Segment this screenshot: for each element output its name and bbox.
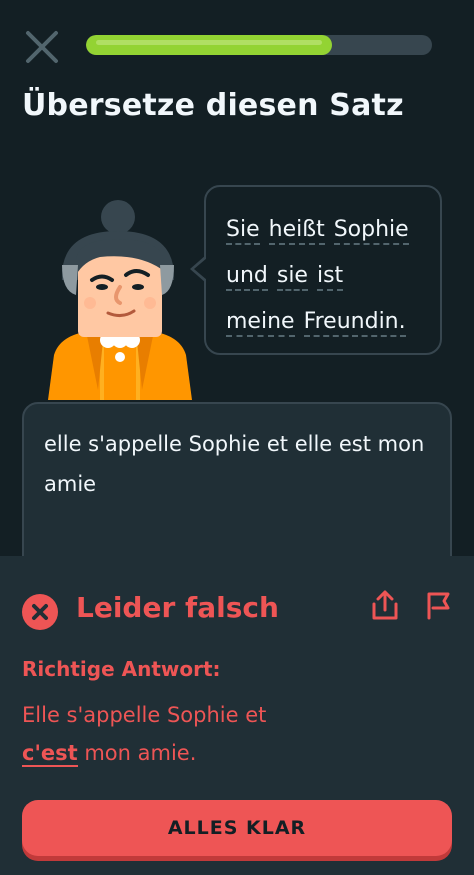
flag-icon: [427, 592, 450, 620]
x-circle-icon: [22, 594, 58, 630]
prompt-line: und sie ist: [226, 253, 430, 299]
close-button[interactable]: [22, 27, 62, 67]
prompt-sentence: Sie heißt Sophie und sie ist meine Freun…: [226, 207, 430, 345]
correct-answer-line: Elle s'appelle Sophie et: [22, 703, 267, 727]
prompt-word[interactable]: Freundin.: [303, 309, 406, 337]
prompt-word[interactable]: Sophie: [333, 217, 409, 245]
prompt-word[interactable]: sie: [276, 263, 308, 291]
character-illustration: [40, 195, 200, 405]
prompt-word[interactable]: heißt: [268, 217, 325, 245]
share-icon: [372, 590, 398, 620]
speech-bubble: Sie heißt Sophie und sie ist meine Freun…: [190, 185, 442, 355]
prompt-line: Sie heißt Sophie: [226, 207, 430, 253]
correct-answer-rest: mon amie.: [77, 741, 197, 765]
prompt-word[interactable]: und: [226, 263, 268, 291]
close-icon: [26, 31, 58, 63]
progress-shine: [96, 40, 322, 45]
correct-answer: Elle s'appelle Sophie et c'est mon amie.: [22, 696, 442, 772]
page-title: Übersetze diesen Satz: [22, 88, 404, 123]
correct-answer-label: Richtige Antwort:: [22, 657, 221, 681]
lesson-progress-bar: [86, 35, 432, 55]
prompt-word[interactable]: meine: [226, 309, 295, 337]
prompt-line: meine Freundin.: [226, 299, 430, 345]
bubble-tail-fill: [194, 258, 207, 280]
prompt-word[interactable]: ist: [316, 263, 344, 291]
top-bar: [0, 0, 474, 90]
answer-text: elle s'appelle Sophie et elle est mon am…: [44, 432, 425, 496]
feedback-title: Leider falsch: [76, 591, 279, 624]
share-button[interactable]: [370, 588, 400, 622]
continue-button[interactable]: ALLES KLAR: [22, 800, 452, 856]
feedback-panel: Leider falsch Richtige Antwort: Elle s'a…: [0, 556, 474, 875]
correct-answer-highlight: c'est: [22, 741, 78, 767]
prompt-word[interactable]: Sie: [226, 217, 260, 245]
report-button[interactable]: [424, 588, 452, 622]
progress-fill: [86, 35, 332, 55]
